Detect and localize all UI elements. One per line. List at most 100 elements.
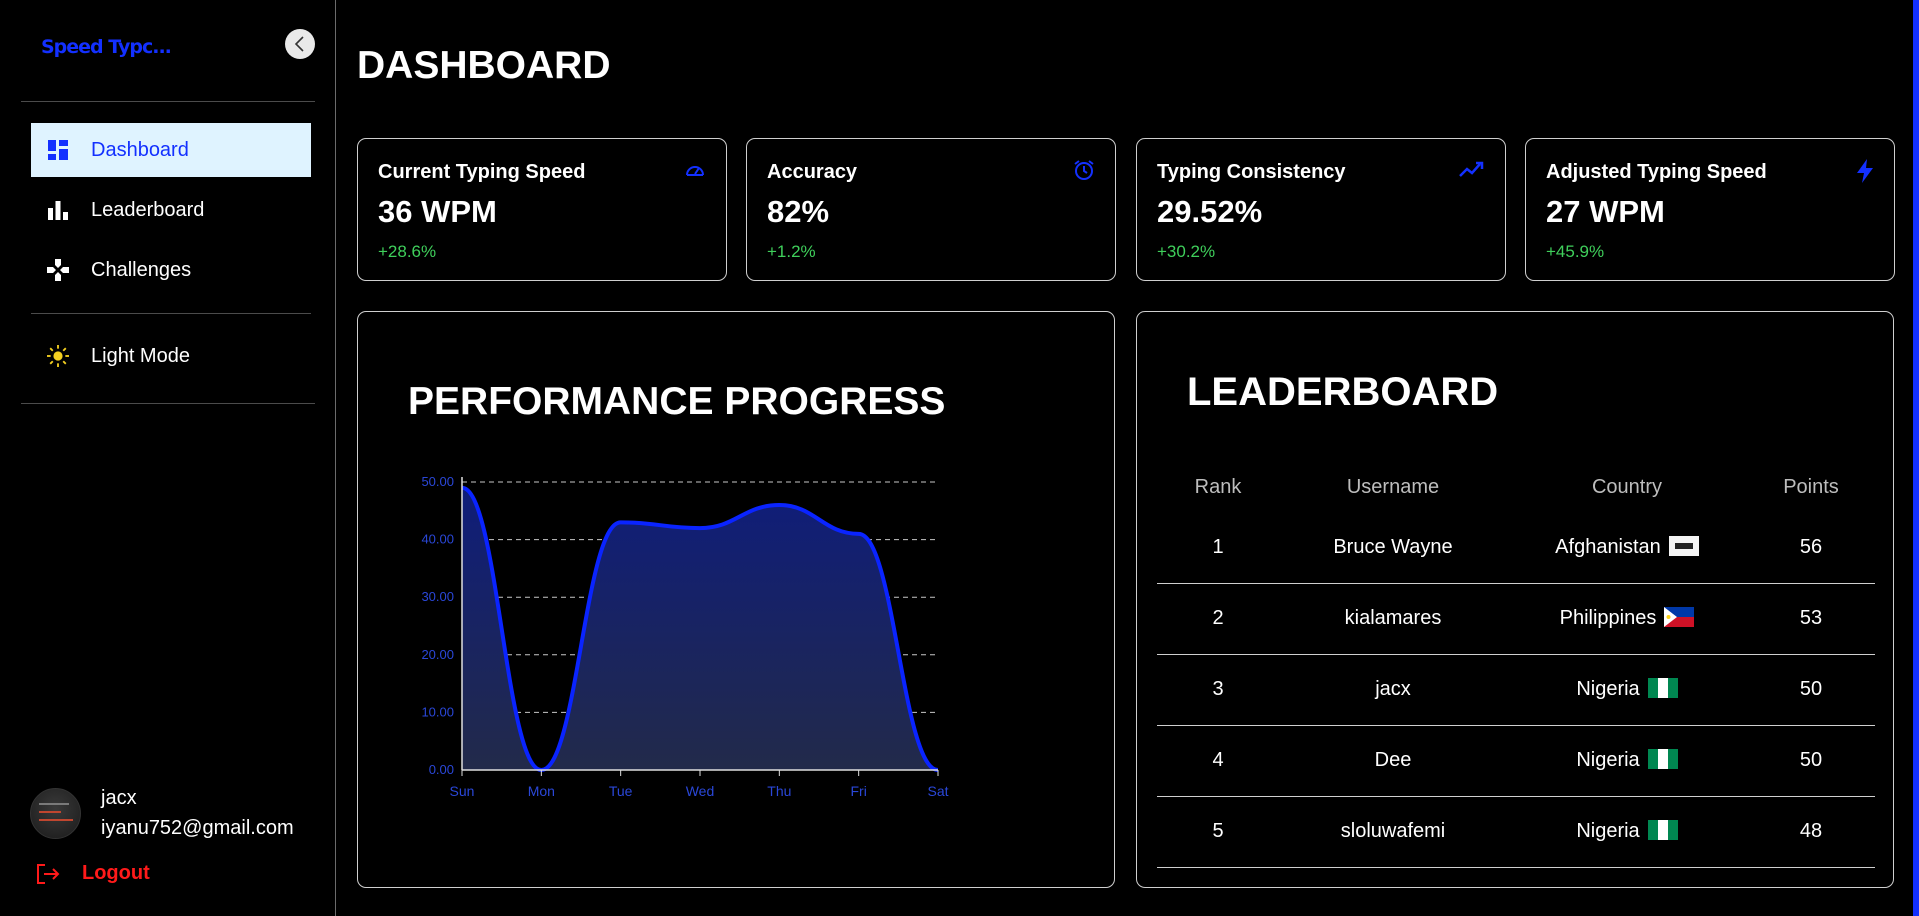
trending-up-icon (1459, 161, 1484, 177)
x-tick-label: Tue (609, 783, 633, 799)
points-cell: 48 (1747, 796, 1875, 868)
rank-cell: 5 (1157, 796, 1279, 868)
divider (31, 313, 311, 314)
table-row[interactable]: 5 sloluwafemi Nigeria 48 (1157, 796, 1875, 868)
user-name: jacx (101, 787, 137, 809)
flag-icon (1647, 749, 1678, 769)
points-cell: 50 (1747, 725, 1875, 797)
speedometer-icon (686, 166, 704, 176)
chevron-left-icon (294, 36, 304, 52)
leaderboard-title: LEADERBOARD (1187, 370, 1499, 414)
sidebar-item-label: Challenges (91, 258, 192, 281)
light-mode-label: Light Mode (91, 344, 190, 367)
card-title: Current Typing Speed (378, 161, 586, 183)
table-row[interactable]: 3 jacx Nigeria 50 (1157, 654, 1875, 726)
alarm-clock-icon (1074, 160, 1094, 180)
user-profile[interactable]: jacx iyanu752@gmail.com (30, 783, 294, 843)
x-tick-label: Sun (450, 783, 475, 799)
username-cell: Dee (1279, 725, 1507, 797)
x-tick-label: Wed (686, 783, 715, 799)
flag-icon (1647, 678, 1678, 698)
light-mode-toggle[interactable]: Light Mode (31, 329, 311, 383)
username-cell: Bruce Wayne (1279, 512, 1507, 584)
sidebar-item-label: Leaderboard (91, 198, 205, 221)
country-cell: Afghanistan (1507, 512, 1747, 584)
points-cell: 53 (1747, 583, 1875, 655)
rank-cell: 1 (1157, 512, 1279, 584)
card-value: 27 WPM (1546, 194, 1665, 229)
stat-card-adjusted-speed: Adjusted Typing Speed 27 WPM +45.9% (1525, 138, 1895, 281)
country-name: Nigeria (1576, 820, 1640, 842)
sidebar-item-leaderboard[interactable]: Leaderboard (31, 183, 311, 237)
performance-chart: 0.00 10.00 20.00 30.00 40.00 50.00 Sun Mon Tue We… (421, 474, 948, 799)
divider (21, 403, 315, 404)
table-header-row: Rank Username Country Points (1157, 462, 1875, 512)
country-cell: Philippines (1507, 583, 1747, 655)
leaderboard-table: Rank Username Country Points 1 Bruce Wayn… (1157, 462, 1875, 868)
y-tick-label: 50.00 (421, 474, 454, 489)
card-title: Adjusted Typing Speed (1546, 161, 1767, 183)
sidebar-item-label: Dashboard (91, 138, 189, 161)
leaderboard-panel: LEADERBOARD Rank Username Country Points… (1136, 311, 1894, 888)
country-name: Nigeria (1576, 749, 1640, 771)
series-area (462, 487, 938, 770)
avatar (30, 787, 81, 839)
y-tick-label: 10.00 (421, 704, 454, 719)
card-value: 36 WPM (378, 194, 497, 229)
sidebar-item-dashboard[interactable]: Dashboard (31, 123, 311, 177)
card-delta: +30.2% (1157, 242, 1216, 261)
col-username: Username (1346, 475, 1440, 498)
country-name: Philippines (1559, 607, 1657, 629)
brand-logo[interactable]: Speed Typc... (41, 36, 172, 58)
table-row[interactable]: 4 Dee Nigeria 50 (1157, 725, 1875, 797)
x-tick-label: Thu (767, 783, 791, 799)
sidebar-item-challenges[interactable]: Challenges (31, 243, 311, 297)
country-cell: Nigeria (1507, 796, 1747, 868)
user-email: iyanu752@gmail.com (101, 817, 294, 839)
points-cell: 56 (1747, 512, 1875, 584)
country-name: Afghanistan (1555, 535, 1661, 558)
points-cell: 50 (1747, 654, 1875, 726)
gamepad-icon (47, 259, 69, 281)
flag-icon (1647, 820, 1678, 840)
sidebar: Speed Typc... Dashboard Leaderboard Chal… (0, 0, 336, 916)
sun-icon (47, 345, 69, 367)
x-tick-label: Sat (927, 783, 948, 799)
card-title: Accuracy (767, 161, 858, 183)
flag-icon (1668, 535, 1699, 556)
country-name: Nigeria (1576, 678, 1640, 700)
rank-cell: 3 (1157, 654, 1279, 726)
lightning-icon (1857, 159, 1873, 183)
card-delta: +45.9% (1546, 242, 1605, 261)
card-delta: +28.6% (378, 242, 437, 261)
x-tick-label: Mon (528, 783, 555, 799)
col-points: Points (1783, 475, 1839, 498)
divider (21, 101, 315, 102)
rank-cell: 4 (1157, 725, 1279, 797)
y-tick-label: 0.00 (429, 762, 454, 777)
col-rank: Rank (1194, 475, 1242, 498)
y-tick-label: 30.00 (421, 589, 454, 604)
page-title: DASHBOARD (357, 44, 611, 87)
card-value: 82% (767, 194, 830, 229)
country-cell: Nigeria (1507, 725, 1747, 797)
collapse-sidebar-button[interactable] (285, 29, 315, 59)
card-delta: +1.2% (767, 242, 816, 261)
logout-icon (37, 863, 60, 884)
table-row[interactable]: 1 Bruce Wayne Afghanistan 56 (1157, 512, 1875, 584)
rank-cell: 2 (1157, 583, 1279, 655)
col-country: Country (1591, 475, 1663, 498)
table-row[interactable]: 2 kialamares Philippines 53 (1157, 583, 1875, 655)
card-title: Typing Consistency (1157, 161, 1346, 183)
stat-card-typing-speed: Current Typing Speed 36 WPM +28.6% (357, 138, 727, 281)
scrollbar[interactable] (1913, 0, 1919, 916)
performance-panel: PERFORMANCE PROGRESS 0.00 10.00 20.00 30.00… (357, 311, 1115, 888)
dashboard-icon (47, 139, 69, 161)
y-tick-label: 40.00 (421, 532, 454, 547)
card-value: 29.52% (1157, 194, 1263, 229)
x-tick-label: Fri (851, 783, 867, 799)
bar-chart-icon (47, 199, 69, 221)
logout-button[interactable]: Logout (36, 862, 150, 885)
username-cell: sloluwafemi (1279, 796, 1507, 868)
username-cell: jacx (1279, 654, 1507, 726)
